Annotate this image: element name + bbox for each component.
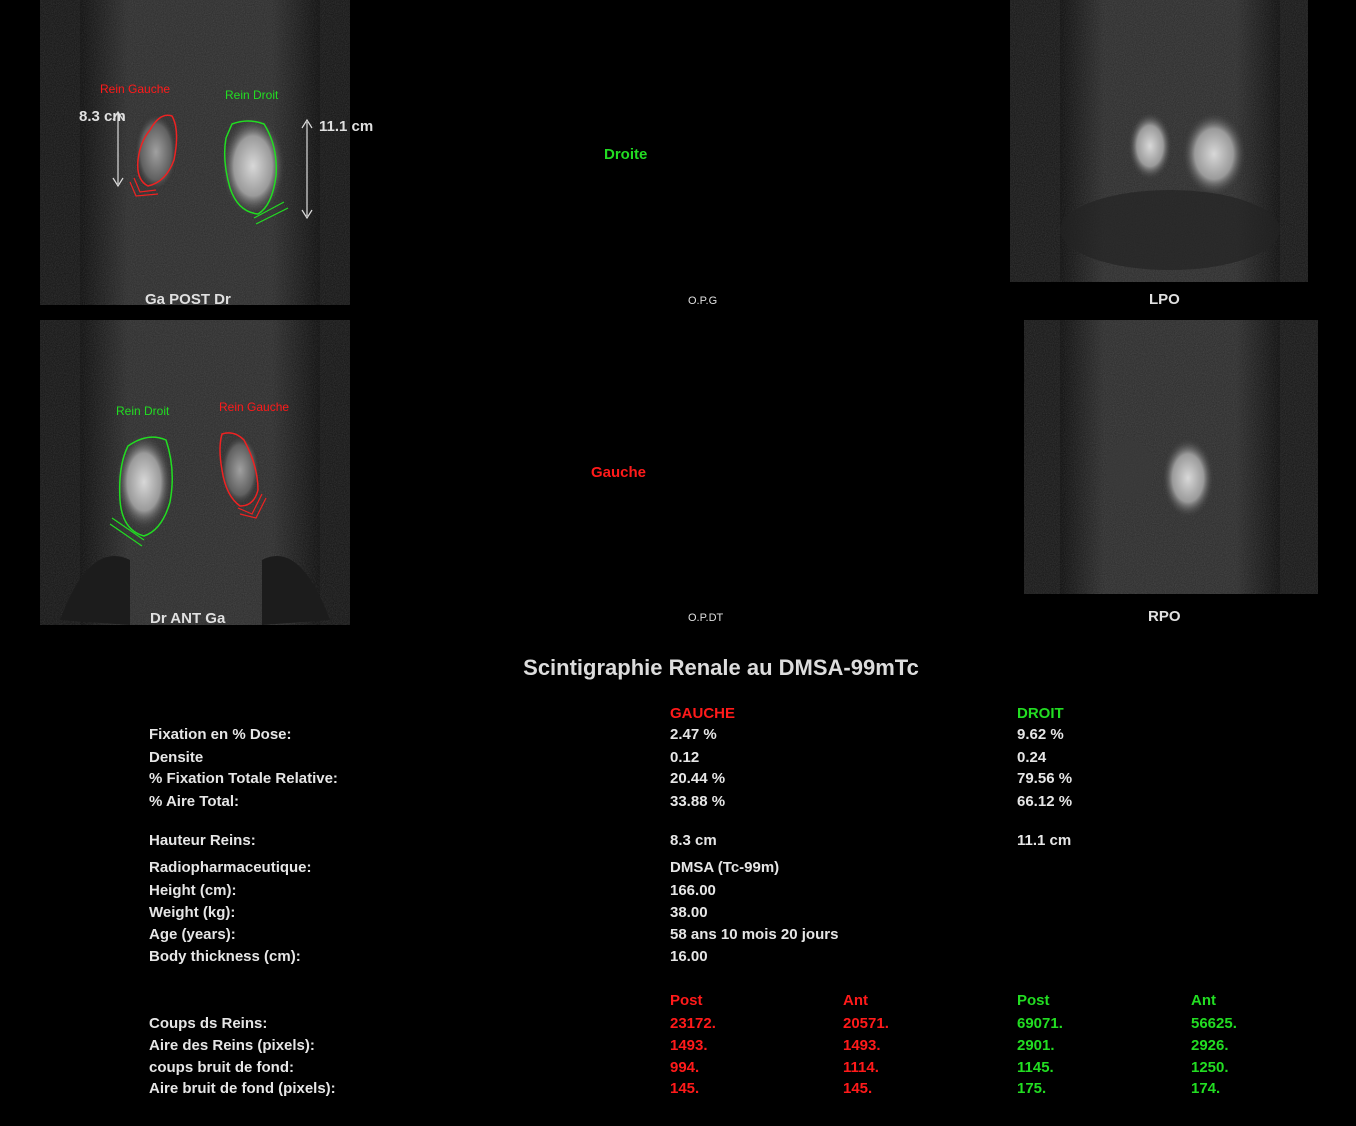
info-label: Radiopharmaceutique: (149, 859, 312, 876)
info-value: 166.00 (670, 882, 716, 899)
info-label: Body thickness (cm): (149, 948, 301, 965)
info-value: 58 ans 10 mois 20 jours (670, 926, 839, 943)
counts-header-droit-post: Post (1017, 992, 1050, 1009)
counts-gauche-post: 145. (670, 1080, 700, 1097)
result-label: % Aire Total: (149, 793, 240, 810)
counts-gauche-post: 1493. (670, 1037, 708, 1054)
counts-droit-post: 1145. (1017, 1059, 1054, 1076)
counts-droit-ant: 2926. (1191, 1037, 1229, 1054)
hauteur-label: Hauteur Reins: (149, 832, 256, 849)
opdt-caption: O.P.DT (688, 612, 724, 624)
result-value-gauche: 20.44 % (670, 770, 726, 787)
post-view-image (40, 0, 350, 305)
counts-label: Coups ds Reins: (149, 1015, 268, 1032)
rpo-caption: RPO (1148, 608, 1181, 625)
counts-gauche-ant: 1114. (843, 1059, 879, 1076)
roi-label-droit-post: Rein Droit (225, 88, 279, 102)
counts-header-droit-ant: Ant (1191, 992, 1216, 1009)
lpo-view-image (1010, 0, 1308, 282)
result-value-droit: 66.12 % (1017, 793, 1073, 810)
scan-images (40, 0, 1318, 625)
counts-header-gauche-ant: Ant (843, 992, 868, 1009)
counts-label: Aire bruit de fond (pixels): (149, 1080, 336, 1097)
hauteur-gauche: 8.3 cm (670, 832, 717, 849)
counts-droit-ant: 1250. (1191, 1059, 1229, 1076)
counts-droit-post: 2901. (1017, 1037, 1055, 1054)
result-value-gauche: 33.88 % (670, 793, 726, 810)
counts-droit-ant: 174. (1191, 1080, 1221, 1097)
info-label: Weight (kg): (149, 904, 236, 921)
roi-label-gauche-ant: Rein Gauche (219, 400, 290, 414)
counts-label: Aire des Reins (pixels): (149, 1037, 315, 1054)
counts-header-gauche-post: Post (670, 992, 703, 1009)
rpo-view-image (1024, 320, 1318, 594)
ant-view-image (40, 320, 350, 625)
roi-label-gauche-post: Rein Gauche (100, 82, 171, 96)
result-label: Fixation en % Dose: (149, 726, 292, 743)
result-value-droit: 79.56 % (1017, 770, 1073, 787)
result-label: % Fixation Totale Relative: (149, 770, 338, 787)
info-label: Age (years): (149, 926, 236, 943)
info-value: 16.00 (670, 948, 708, 965)
opg-caption: O.P.G (688, 295, 718, 307)
counts-label: coups bruit de fond: (149, 1059, 294, 1076)
info-value: 38.00 (670, 904, 708, 921)
ant-view-caption: Dr ANT Ga (150, 610, 226, 627)
counts-gauche-ant: 1493. (843, 1037, 881, 1054)
post-view-caption: Ga POST Dr (145, 291, 231, 308)
col-header-droit: DROIT (1017, 705, 1064, 722)
opdt-side-label: Gauche (591, 464, 647, 481)
info-label: Height (cm): (149, 882, 237, 899)
counts-gauche-ant: 145. (843, 1080, 873, 1097)
result-label: Densite (149, 749, 204, 766)
info-value: DMSA (Tc-99m) (670, 859, 780, 876)
counts-gauche-ant: 20571. (843, 1015, 889, 1032)
result-value-gauche: 0.12 (670, 749, 700, 766)
counts-gauche-post: 994. (670, 1059, 700, 1076)
col-header-gauche: GAUCHE (670, 705, 736, 722)
kidney-height-left: 8.3 cm (79, 108, 126, 125)
counts-droit-post: 175. (1017, 1080, 1047, 1097)
result-value-gauche: 2.47 % (670, 726, 717, 743)
counts-gauche-post: 23172. (670, 1015, 716, 1032)
roi-label-droit-ant: Rein Droit (116, 404, 170, 418)
result-value-droit: 9.62 % (1017, 726, 1064, 743)
result-value-droit: 0.24 (1017, 749, 1047, 766)
lpo-caption: LPO (1149, 291, 1180, 308)
kidney-height-right: 11.1 cm (319, 118, 374, 135)
opg-side-label: Droite (604, 146, 648, 163)
counts-droit-post: 69071. (1017, 1015, 1063, 1032)
counts-droit-ant: 56625. (1191, 1015, 1237, 1032)
hauteur-droit: 11.1 cm (1017, 832, 1072, 849)
report-title: Scintigraphie Renale au DMSA-99mTc (523, 655, 919, 680)
